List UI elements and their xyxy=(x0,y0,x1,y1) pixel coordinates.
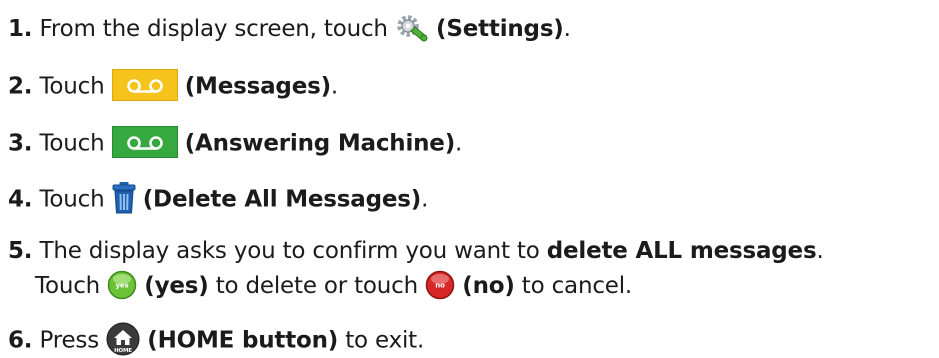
messages-icon xyxy=(111,69,178,101)
no-icon-text: no xyxy=(435,281,445,289)
home-icon-text: HOME xyxy=(114,348,132,354)
yes-icon-text: yes xyxy=(116,281,129,289)
trash-icon xyxy=(112,182,136,214)
step-number: 6. xyxy=(8,327,33,354)
answering-machine-label: (Answering Machine) xyxy=(184,130,456,157)
step-number: 4. xyxy=(8,186,33,213)
messages-label: (Messages) xyxy=(184,73,331,100)
home-icon: HOME xyxy=(106,322,140,356)
step-text: Touch xyxy=(39,73,105,100)
step-number: 5. xyxy=(8,238,33,264)
step-text: Touch xyxy=(35,273,101,299)
home-button-label: (HOME button) xyxy=(147,327,339,354)
step-4: 4. Touch (Delete All Messages). xyxy=(8,182,428,217)
step-text: From the display screen, touch xyxy=(39,16,388,42)
no-label: (no) xyxy=(462,273,515,299)
step-text: to cancel. xyxy=(521,273,633,299)
step-2: 2. Touch (Messages). xyxy=(8,69,338,103)
settings-label: (Settings) xyxy=(436,16,564,42)
step-number: 3. xyxy=(8,130,33,157)
answering-machine-icon xyxy=(111,126,178,158)
step-text: The display asks you to confirm you want… xyxy=(39,238,540,264)
step-text: Touch xyxy=(39,186,105,213)
step-5-line-2: Touch yes (yes) to delete or touch no (n… xyxy=(35,270,633,302)
no-icon: no xyxy=(425,270,455,299)
step-text: to delete or touch xyxy=(215,273,419,299)
step-text: Touch xyxy=(39,130,105,157)
step-number: 1. xyxy=(8,16,33,42)
settings-icon xyxy=(397,14,428,41)
step-6: 6. Press HOME (HOME button) to exit. xyxy=(8,322,425,358)
step-text: to exit. xyxy=(345,327,425,354)
step-5: 5. The display asks you to confirm you w… xyxy=(8,238,824,264)
delete-all-label: (Delete All Messages) xyxy=(142,186,422,213)
delete-all-emphasis: delete ALL messages xyxy=(546,238,817,264)
step-1: 1. From the display screen, touch (Setti… xyxy=(8,14,571,45)
instruction-steps: 1. From the display screen, touch (Setti… xyxy=(0,0,939,358)
yes-label: (yes) xyxy=(144,273,209,299)
step-number: 2. xyxy=(8,73,33,100)
step-3: 3. Touch (Answering Machine). xyxy=(8,126,462,160)
yes-icon: yes xyxy=(107,270,137,299)
step-text: Press xyxy=(39,327,100,354)
